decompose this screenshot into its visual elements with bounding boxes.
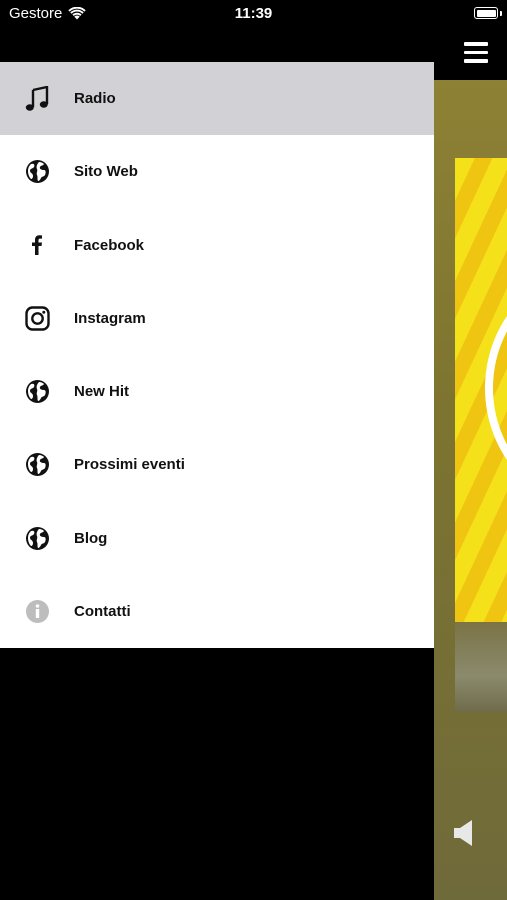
globe-icon bbox=[24, 379, 50, 405]
menu-item-label: Sito Web bbox=[74, 163, 138, 181]
hamburger-menu-icon[interactable] bbox=[464, 42, 488, 64]
menu-item-sito-web[interactable]: Sito Web bbox=[0, 135, 434, 208]
menu-item-label: Facebook bbox=[74, 236, 145, 254]
menu-item-instagram[interactable]: Instagram bbox=[0, 282, 434, 355]
status-bar: Gestore 11:39 bbox=[0, 0, 507, 30]
volume-icon[interactable] bbox=[452, 818, 478, 848]
music-note-icon bbox=[24, 85, 50, 112]
menu-item-blog[interactable]: Blog bbox=[0, 502, 434, 575]
menu-item-radio[interactable]: Radio bbox=[0, 62, 434, 136]
battery-icon bbox=[474, 7, 498, 19]
menu-item-label: Instagram bbox=[74, 309, 146, 327]
battery-tip bbox=[500, 11, 502, 16]
menu-item-contatti[interactable]: Contatti bbox=[0, 575, 434, 648]
menu-item-label: New Hit bbox=[74, 383, 130, 401]
menu-item-label: Blog bbox=[74, 529, 108, 547]
globe-icon bbox=[24, 159, 50, 185]
artwork-ring bbox=[485, 268, 507, 508]
menu-item-label: Prossimi eventi bbox=[74, 456, 185, 474]
menu-item-prossimi-eventi[interactable]: Prossimi eventi bbox=[0, 428, 434, 501]
status-time: 11:39 bbox=[234, 5, 273, 22]
globe-icon bbox=[24, 525, 50, 551]
menu-item-label: Radio bbox=[74, 90, 116, 108]
artwork-shadow bbox=[455, 622, 507, 712]
menu-item-new-hit[interactable]: New Hit bbox=[0, 355, 434, 428]
side-menu: Radio Sito Web Facebook Instagram New Hi… bbox=[0, 62, 434, 648]
facebook-icon bbox=[24, 232, 50, 258]
info-icon bbox=[24, 598, 50, 624]
menu-item-label: Contatti bbox=[74, 602, 131, 620]
menu-item-facebook[interactable]: Facebook bbox=[0, 209, 434, 282]
instagram-icon bbox=[24, 305, 50, 331]
station-artwork bbox=[455, 158, 507, 622]
globe-icon bbox=[24, 452, 50, 478]
